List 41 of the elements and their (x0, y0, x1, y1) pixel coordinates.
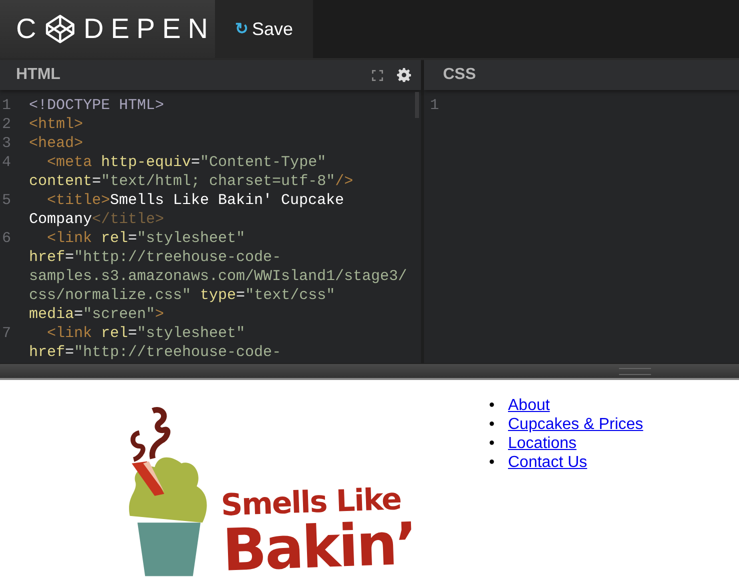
save-button[interactable]: ↻ Save (215, 0, 313, 58)
logo-letter: C (16, 13, 44, 45)
code-line: <link rel="stylesheet" (46, 324, 246, 343)
editor-title: CSS (443, 66, 476, 84)
line-number: 6 (1, 229, 12, 249)
code-line: <link rel="stylesheet" (46, 229, 246, 248)
expand-icon[interactable] (372, 70, 383, 80)
code-line: href="http://treehouse-code- (29, 248, 282, 267)
nav-link[interactable]: Cupcakes & Prices (508, 415, 644, 434)
code-line: <title>Smells Like Bakin' Cupcake (46, 191, 344, 210)
code-line: Company</title> (29, 210, 166, 229)
code-line: content="text/html; charset=utf-8"/> (29, 172, 354, 191)
code-line: <meta http-equiv="Content-Type" (46, 153, 328, 172)
code-line: <html> (29, 115, 84, 134)
code-line: media="screen"> (29, 305, 166, 324)
nav-link[interactable]: Contact Us (508, 453, 588, 472)
code-line: samples.s3.amazonaws.com/WWIsland1/stage3/ (29, 267, 408, 286)
code-line: <head> (29, 134, 84, 153)
refresh-icon: ↻ (234, 19, 248, 39)
editor-title: HTML (16, 66, 60, 84)
line-number: 4 (1, 153, 12, 173)
resize-bar[interactable] (0, 363, 739, 380)
line-number: 1 (429, 96, 440, 115)
line-number: 2 (1, 115, 12, 134)
bullet-icon: • (489, 434, 508, 453)
cube-logo-icon (45, 13, 76, 45)
logo-wordmark: DEPEN (84, 13, 215, 45)
bullet-icon: • (489, 415, 508, 434)
code-line: href="http://treehouse-code- (29, 343, 282, 362)
settings-icon[interactable] (397, 68, 411, 82)
line-number: 7 (1, 324, 12, 344)
bullet-icon: • (489, 396, 508, 415)
grip-icon[interactable] (619, 368, 651, 374)
code-line: css/normalize.css" type="text/css" (29, 286, 336, 305)
line-number: 3 (1, 134, 12, 153)
line-number: 5 (1, 191, 12, 211)
bullet-icon: • (489, 453, 508, 472)
nav-link[interactable]: About (508, 396, 550, 415)
code-line: <!DOCTYPE HTML> (29, 96, 164, 115)
line-number: 1 (1, 96, 12, 115)
nav-link[interactable]: Locations (508, 434, 576, 453)
